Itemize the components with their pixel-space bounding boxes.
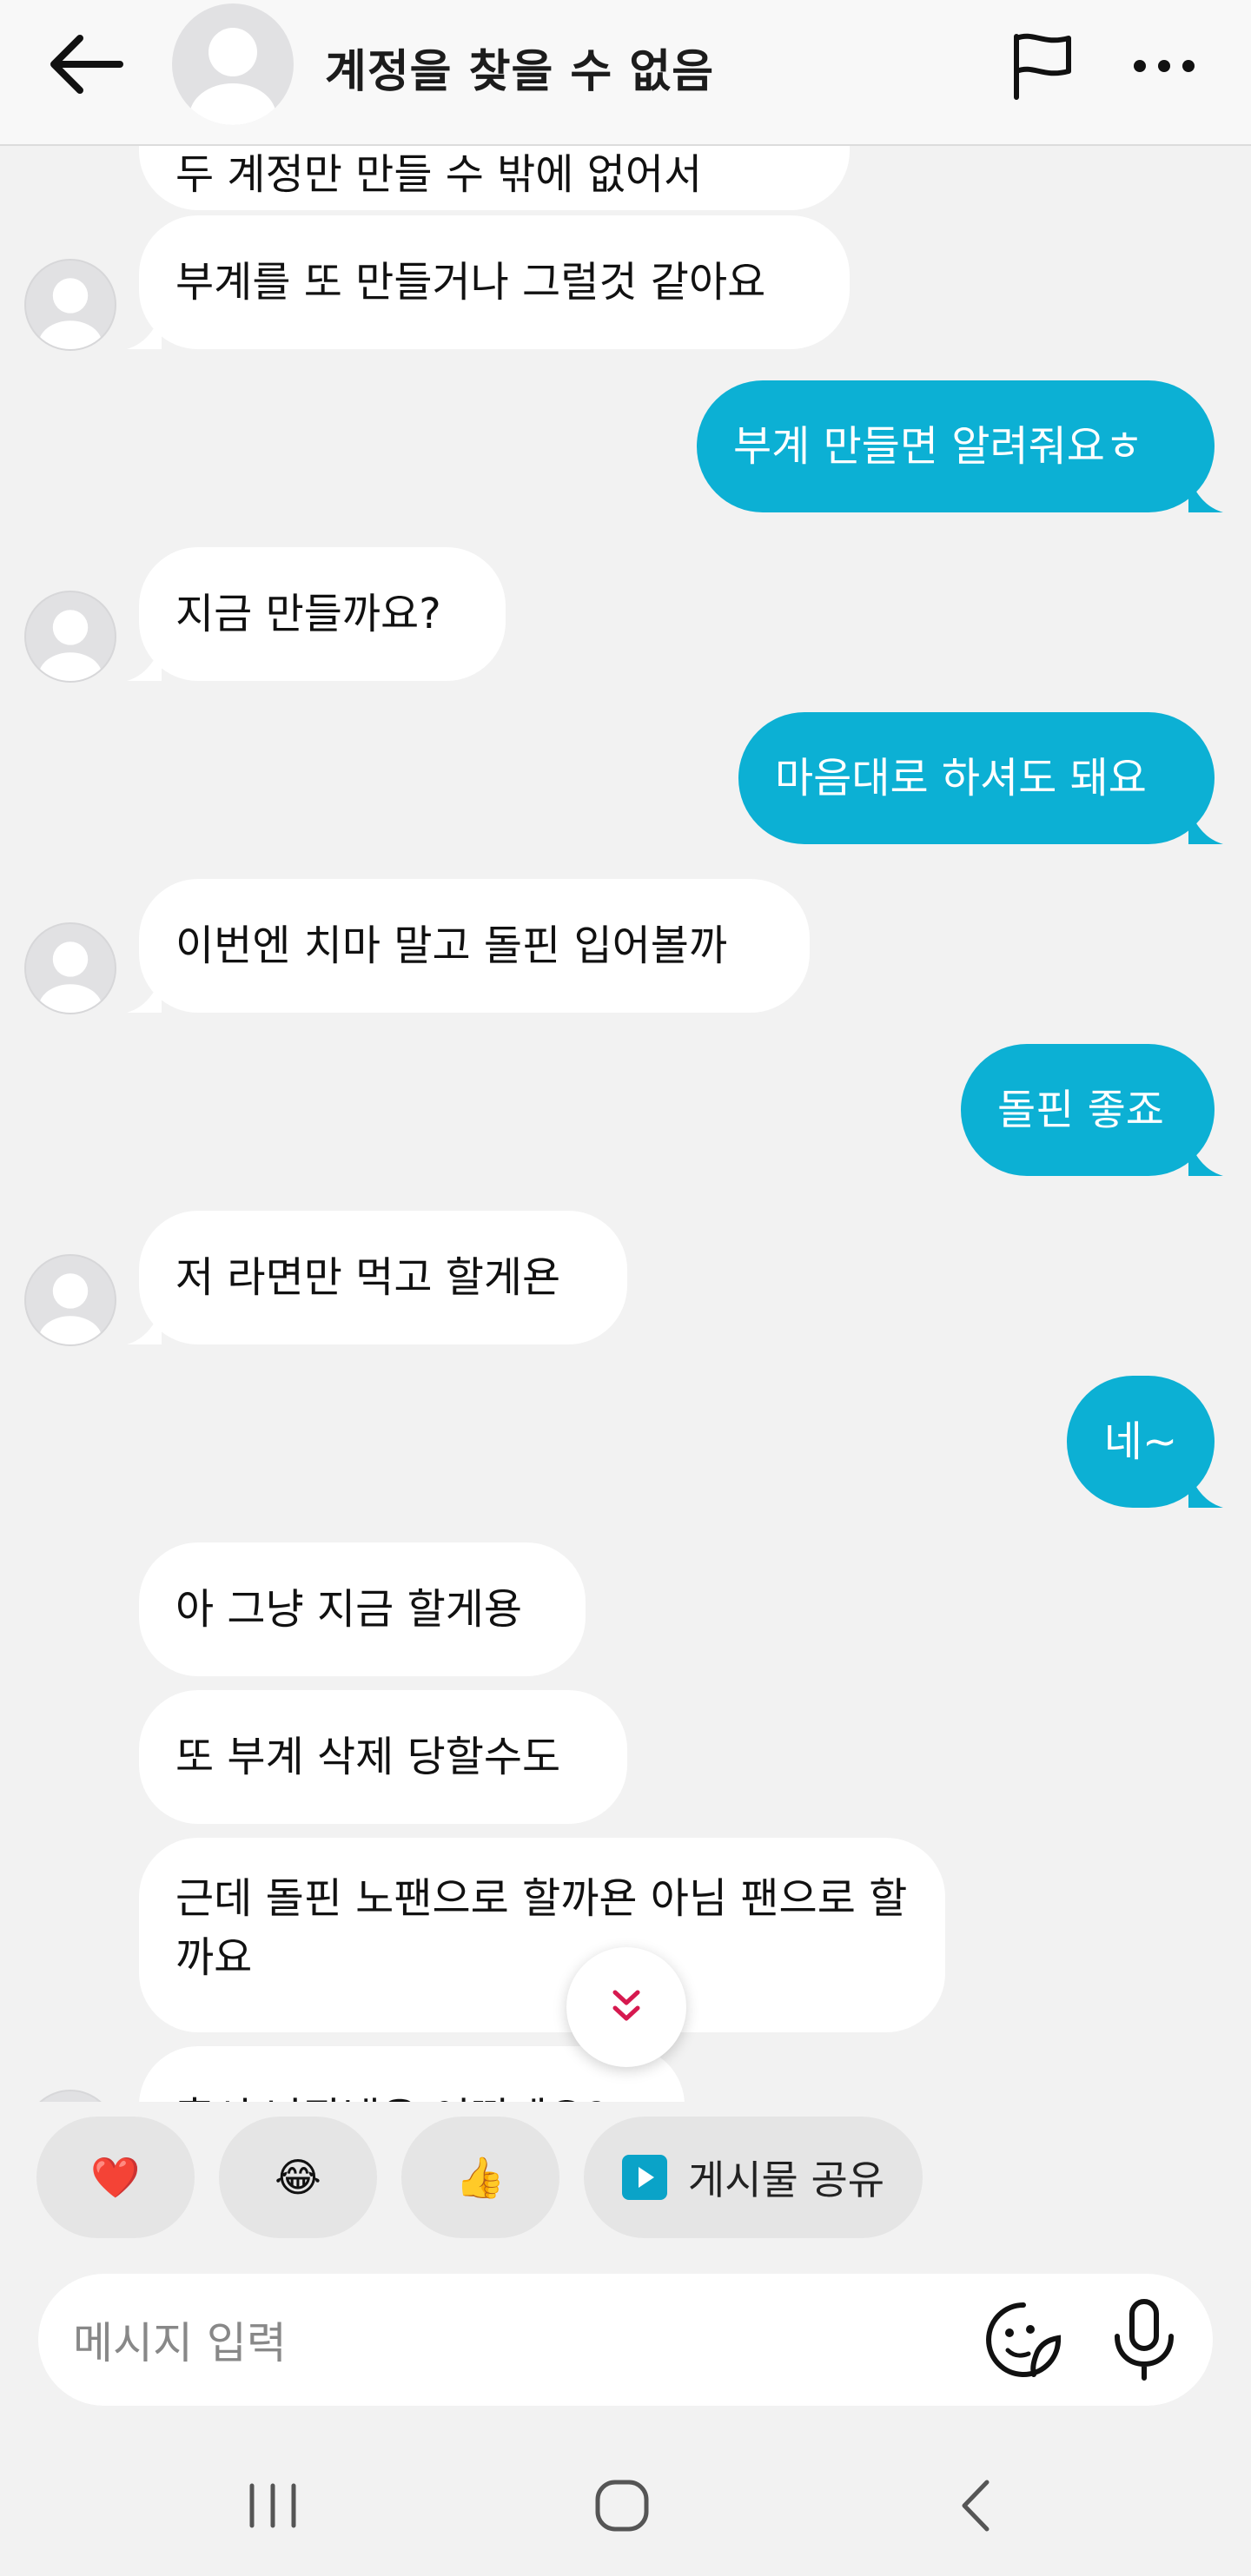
message-text: 두 계정만 만들 수 밖에 없어서 <box>175 150 703 199</box>
message-text: 부계를 또 만들거나 그럴것 같아요 <box>175 258 766 307</box>
message-incoming[interactable]: 또 부계 삭제 당할수도 <box>139 1690 627 1824</box>
sender-avatar[interactable] <box>24 591 116 683</box>
message-text: 이번엔 치마 말고 돌핀 입어볼까 <box>175 921 728 970</box>
message-incoming[interactable]: 저 라면만 먹고 할게욘 <box>127 1211 627 1344</box>
bubble-tail <box>1188 478 1223 512</box>
avatar-placeholder-icon <box>38 278 103 349</box>
recent-apps-icon[interactable] <box>238 2475 308 2536</box>
heart-icon: ❤️ <box>90 2153 141 2201</box>
bubble-tail <box>127 314 162 349</box>
avatar-placeholder-icon <box>26 2091 115 2102</box>
message-text: 네~ <box>1103 1417 1178 1466</box>
bubble-tail <box>127 1310 162 1344</box>
message-input[interactable]: 메시지 입력 <box>73 2308 287 2371</box>
avatar-placeholder-icon <box>38 941 103 1013</box>
thumbs-up-icon: 👍 <box>455 2153 506 2201</box>
message-incoming[interactable]: 두 계정만 만들 수 밖에 없어서 <box>139 146 850 210</box>
message-incoming[interactable]: 아 그냥 지금 할게용 <box>139 1542 586 1676</box>
message-text: 부계 만들면 알려줘요ㅎ <box>733 422 1144 471</box>
message-outgoing[interactable]: 부계 만들면 알려줘요ㅎ <box>697 380 1223 512</box>
avatar-placeholder-icon <box>38 610 103 681</box>
reaction-heart-button[interactable]: ❤️ <box>36 2117 195 2238</box>
message-outgoing[interactable]: 네~ <box>1067 1376 1223 1508</box>
more-icon[interactable] <box>1129 31 1199 101</box>
play-icon <box>621 2155 667 2200</box>
bubble-tail <box>1188 1473 1223 1508</box>
message-text: 마음대로 하셔도 돼요 <box>775 754 1147 803</box>
flag-icon[interactable] <box>1008 31 1077 101</box>
scroll-to-bottom-button[interactable] <box>566 1947 686 2067</box>
message-text: 아 그냥 지금 할게용 <box>175 1585 523 1634</box>
message-incoming[interactable]: 이번엔 치마 말고 돌핀 입어볼까 <box>127 879 810 1013</box>
message-incoming[interactable]: 부계를 또 만들거나 그럴것 같아요 <box>127 215 850 349</box>
chat-title[interactable]: 계정을 찾을 수 없음 <box>325 35 714 100</box>
sender-avatar[interactable] <box>24 1254 116 1346</box>
laughing-emoji-icon: 😂 <box>275 2154 321 2201</box>
message-outgoing[interactable]: 마음대로 하셔도 돼요 <box>738 712 1223 844</box>
bubble-tail <box>1188 1141 1223 1176</box>
message-text: 근데 돌핀 노팬으로 할까욘 아님 팬으로 할까요 <box>175 1874 908 1982</box>
mic-icon[interactable] <box>1105 2298 1183 2381</box>
message-text: 저 라면만 먹고 할게욘 <box>175 1253 561 1302</box>
bubble-tail <box>127 646 162 681</box>
reaction-laugh-button[interactable]: 😂 <box>219 2117 377 2238</box>
sender-avatar[interactable] <box>24 922 116 1014</box>
avatar-placeholder-icon <box>189 28 276 125</box>
message-text: 돌핀 좋죠 <box>997 1086 1164 1134</box>
home-icon[interactable] <box>587 2475 657 2536</box>
nav-back-icon[interactable] <box>942 2475 1011 2536</box>
message-text: 지금 만들까요? <box>175 590 441 638</box>
chat-header: 계정을 찾을 수 없음 <box>0 0 1251 146</box>
message-incoming[interactable]: 근데 돌핀 노팬으로 할까욘 아님 팬으로 할까요 <box>139 1838 945 2032</box>
message-incoming[interactable]: 지금 만들까요? <box>127 547 506 681</box>
sender-avatar[interactable] <box>24 2090 116 2102</box>
message-text: 혹시 난장냄은 어떤데요? <box>175 2090 608 2102</box>
profile-avatar[interactable] <box>172 3 294 125</box>
sender-avatar[interactable] <box>24 259 116 351</box>
message-list[interactable]: 두 계정만 만들 수 밖에 없어서 부계를 또 만들거나 그럴것 같아요 부계 … <box>0 146 1251 2102</box>
sticker-icon[interactable] <box>983 2300 1063 2380</box>
bubble-tail <box>127 978 162 1013</box>
message-outgoing[interactable]: 돌핀 좋죠 <box>961 1044 1223 1176</box>
scroll-down-icon <box>612 1990 640 2021</box>
share-post-label: 게시물 공유 <box>687 2157 885 2203</box>
bubble-tail <box>1188 809 1223 844</box>
reaction-thumbs-up-button[interactable]: 👍 <box>401 2117 559 2238</box>
back-arrow-icon[interactable] <box>45 30 132 99</box>
avatar-placeholder-icon <box>38 1273 103 1344</box>
system-navigation-bar <box>0 2432 1251 2576</box>
share-post-button[interactable]: 게시물 공유 <box>584 2117 923 2238</box>
message-input-bar: 메시지 입력 <box>38 2274 1213 2406</box>
message-text: 또 부계 삭제 당할수도 <box>175 1733 561 1781</box>
